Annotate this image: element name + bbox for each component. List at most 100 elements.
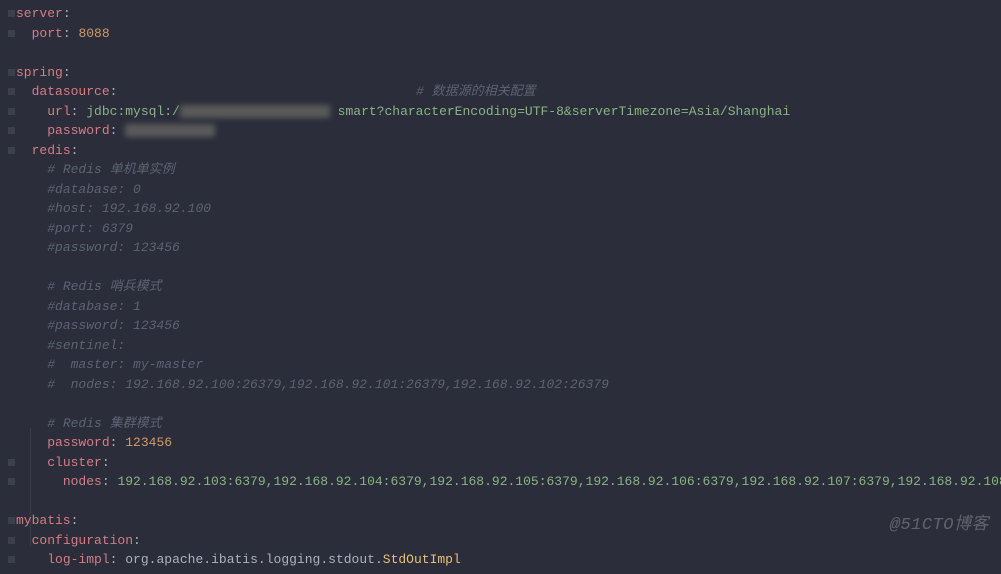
token-n: 8088 [78, 26, 109, 41]
code-line[interactable]: configuration: [16, 531, 1001, 551]
token-com: # nodes: 192.168.92.100:26379,192.168.92… [47, 377, 609, 392]
fold-marker[interactable] [8, 88, 15, 95]
token-c: . [203, 552, 211, 567]
fold-marker[interactable] [8, 478, 15, 485]
token-com: # Redis 单机单实例 [47, 162, 174, 177]
code-line[interactable]: # Redis 单机单实例 [16, 160, 1001, 180]
token-c: : [102, 474, 118, 489]
token-n: 123456 [125, 435, 172, 450]
token-c [16, 84, 32, 99]
code-line[interactable]: #port: 6379 [16, 219, 1001, 239]
code-line[interactable] [16, 492, 1001, 512]
fold-marker[interactable] [8, 537, 15, 544]
watermark: @51CTO博客 [890, 513, 989, 539]
token-k: datasource [32, 84, 110, 99]
token-c: : [63, 65, 71, 80]
token-k: log-impl [47, 552, 109, 567]
code-line[interactable]: # Redis 集群模式 [16, 414, 1001, 434]
code-content[interactable]: server: port: 8088 spring: datasource:# 数… [16, 4, 1001, 570]
token-pkg: logging [266, 552, 321, 567]
code-line[interactable]: cluster: [16, 453, 1001, 473]
token-c: : [63, 26, 79, 41]
code-line[interactable]: # master: my-master [16, 355, 1001, 375]
code-line[interactable]: mybatis: [16, 511, 1001, 531]
token-k: password [47, 435, 109, 450]
code-line[interactable]: url: jdbc:mysql:/ smart?characterEncodin… [16, 102, 1001, 122]
token-k: configuration [32, 533, 133, 548]
redacted-text [180, 105, 330, 118]
token-c [16, 318, 47, 333]
token-c [16, 162, 47, 177]
token-c: . [375, 552, 383, 567]
code-line[interactable]: log-impl: org.apache.ibatis.logging.stdo… [16, 550, 1001, 570]
code-line[interactable]: password: [16, 121, 1001, 141]
token-pkg: stdout [328, 552, 375, 567]
code-line[interactable]: #host: 192.168.92.100 [16, 199, 1001, 219]
code-line[interactable]: # Redis 哨兵模式 [16, 277, 1001, 297]
token-c [16, 455, 47, 470]
gutter [8, 4, 16, 570]
token-com: #password: 123456 [47, 318, 180, 333]
token-c [16, 357, 47, 372]
code-line[interactable]: # nodes: 192.168.92.100:26379,192.168.92… [16, 375, 1001, 395]
token-c [16, 435, 47, 450]
token-c [16, 299, 47, 314]
code-line[interactable]: spring: [16, 63, 1001, 83]
token-k: url [47, 104, 70, 119]
token-c: : [110, 552, 126, 567]
fold-marker[interactable] [8, 10, 15, 17]
token-c [16, 182, 47, 197]
token-c [16, 474, 63, 489]
token-pkg: apache [156, 552, 203, 567]
fold-marker[interactable] [8, 30, 15, 37]
token-com: # Redis 哨兵模式 [47, 279, 161, 294]
code-editor[interactable]: server: port: 8088 spring: datasource:# 数… [0, 0, 1001, 574]
token-c [16, 143, 32, 158]
token-c: . [258, 552, 266, 567]
token-k: password [47, 123, 109, 138]
code-line[interactable]: #database: 0 [16, 180, 1001, 200]
token-k: redis [32, 143, 71, 158]
token-s: jdbc:mysql:/ [86, 104, 180, 119]
code-line[interactable]: #sentinel: [16, 336, 1001, 356]
fold-marker[interactable] [8, 556, 15, 563]
fold-marker[interactable] [8, 517, 15, 524]
code-line[interactable]: #password: 123456 [16, 238, 1001, 258]
token-k: mybatis [16, 513, 71, 528]
token-c [16, 26, 32, 41]
code-line[interactable] [16, 43, 1001, 63]
code-line[interactable]: port: 8088 [16, 24, 1001, 44]
token-c: . [320, 552, 328, 567]
token-c: : [110, 84, 118, 99]
token-cls: StdOutImpl [383, 552, 461, 567]
token-c: . [149, 552, 157, 567]
token-c [16, 104, 47, 119]
token-k: port [32, 26, 63, 41]
token-c: : [63, 6, 71, 21]
token-com: #database: 1 [47, 299, 141, 314]
token-c [16, 416, 47, 431]
fold-marker[interactable] [8, 108, 15, 115]
code-line[interactable]: nodes: 192.168.92.103:6379,192.168.92.10… [16, 472, 1001, 492]
code-line[interactable] [16, 258, 1001, 278]
code-line[interactable]: server: [16, 4, 1001, 24]
code-line[interactable]: redis: [16, 141, 1001, 161]
token-k: nodes [63, 474, 102, 489]
fold-marker[interactable] [8, 127, 15, 134]
token-c: : [71, 143, 79, 158]
token-k: cluster [47, 455, 102, 470]
fold-marker[interactable] [8, 147, 15, 154]
fold-marker[interactable] [8, 69, 15, 76]
code-line[interactable]: datasource:# 数据源的相关配置 [16, 82, 1001, 102]
token-com: #sentinel: [47, 338, 125, 353]
fold-marker[interactable] [8, 459, 15, 466]
code-line[interactable]: #database: 1 [16, 297, 1001, 317]
token-com: #password: 123456 [47, 240, 180, 255]
token-c: : [133, 533, 141, 548]
token-c [16, 338, 47, 353]
code-line[interactable]: #password: 123456 [16, 316, 1001, 336]
token-k: spring [16, 65, 63, 80]
token-c [16, 221, 47, 236]
code-line[interactable]: password: 123456 [16, 433, 1001, 453]
code-line[interactable] [16, 394, 1001, 414]
